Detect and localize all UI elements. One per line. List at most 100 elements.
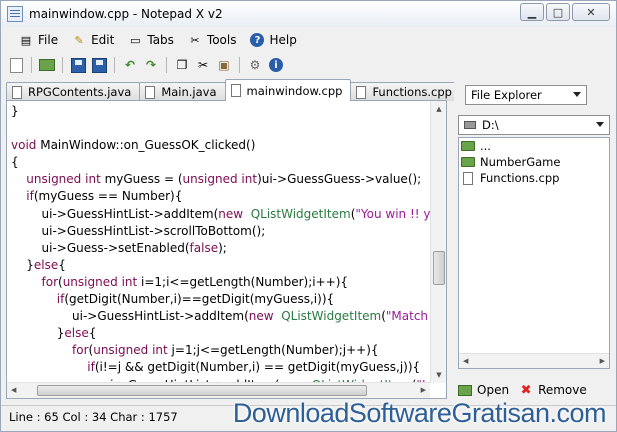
cut-button[interactable]: ✂ — [194, 56, 212, 74]
scroll-left-arrow-icon[interactable]: ◀ — [11, 386, 16, 394]
code-line[interactable]: ui->GuessHintList->addItem(new QListWidg… — [11, 206, 431, 223]
tools-icon: ✂ — [190, 33, 200, 47]
code-line[interactable]: if(getDigit(Number,i)==getDigit(myGuess,… — [11, 291, 431, 308]
code-line[interactable] — [11, 120, 431, 137]
settings-button[interactable]: ⚙ — [246, 56, 264, 74]
scroll-right-arrow-icon[interactable]: ▶ — [600, 357, 605, 365]
undo-icon: ↶ — [124, 58, 136, 72]
title-bar: mainwindow.cpp - Notepad X v2 ▁ □ ✕ — [1, 1, 616, 27]
minimize-button[interactable]: ▁ — [520, 3, 544, 21]
scroll-right-arrow-icon[interactable]: ▶ — [421, 386, 426, 394]
code-line[interactable]: ui->GuessHintList->addItem(new QListWidg… — [11, 308, 431, 325]
code-line[interactable]: { — [11, 154, 431, 171]
drive-select[interactable]: D:\ — [458, 115, 610, 135]
code-line[interactable]: ui->Guess->setEnabled(false); — [11, 240, 431, 257]
code-line[interactable]: }else{ — [11, 325, 431, 342]
horizontal-scroll-thumb[interactable] — [37, 385, 367, 396]
toolbar-separator — [62, 57, 63, 73]
code-line[interactable]: for(unsigned int i=1;i<=getLength(Number… — [11, 274, 431, 291]
tab-label: Main.java — [161, 85, 217, 99]
redo-button[interactable]: ↷ — [142, 56, 160, 74]
new-file-button[interactable] — [7, 56, 25, 74]
close-button[interactable]: ✕ — [572, 3, 610, 21]
info-button[interactable]: i — [267, 56, 285, 74]
scroll-up-arrow-icon[interactable]: ▲ — [431, 101, 446, 117]
undo-button[interactable]: ↶ — [121, 56, 139, 74]
list-item-label: NumberGame — [480, 155, 561, 169]
paste-button[interactable]: ▣ — [215, 56, 233, 74]
toolbar: ↶ ↷ ❐ ✂ ▣ ⚙ i — [1, 53, 616, 77]
open-button[interactable]: Open — [458, 383, 509, 397]
code-line[interactable]: ui->GuessHintList->scrollToBottom(); — [11, 223, 431, 240]
scroll-left-arrow-icon[interactable]: ◀ — [463, 357, 468, 365]
tab-mainwindow[interactable]: mainwindow.cpp — [224, 79, 352, 101]
list-item-label: ... — [480, 139, 491, 153]
drive-icon — [464, 121, 476, 129]
file-icon — [356, 85, 367, 99]
new-file-icon — [9, 57, 23, 73]
menu-file-label: File — [38, 33, 59, 47]
horizontal-scrollbar[interactable]: ◀ ▶ — [7, 382, 430, 398]
code-line[interactable]: for(unsigned int j=1;j<=getLength(Number… — [11, 342, 431, 359]
window-title: mainwindow.cpp - Notepad X v2 — [29, 7, 223, 21]
help-icon: ? — [250, 33, 265, 47]
notepad-app-icon — [7, 6, 23, 22]
menu-tabs[interactable]: ▭ Tabs — [122, 31, 180, 49]
toolbar-separator — [31, 57, 32, 73]
tab-rpgcontents[interactable]: RPGContents.java — [6, 82, 141, 101]
vertical-scroll-thumb[interactable] — [433, 251, 445, 285]
list-item[interactable]: ... — [459, 138, 609, 154]
menu-edit[interactable]: ✎ Edit — [66, 31, 120, 49]
code-line[interactable]: }else{ — [11, 257, 431, 274]
code-line[interactable]: } — [11, 103, 431, 120]
code-editor[interactable]: } void MainWindow::on_GuessOK_clicked(){… — [6, 100, 447, 399]
file-menu-icon: ▤ — [20, 33, 32, 47]
save-button[interactable] — [69, 56, 87, 74]
menu-file[interactable]: ▤ File — [13, 31, 64, 49]
code-line[interactable]: void MainWindow::on_GuessOK_clicked() — [11, 137, 431, 154]
panel-mode-select[interactable]: File Explorer — [465, 85, 587, 105]
file-icon — [145, 85, 156, 99]
scroll-down-arrow-icon[interactable]: ▼ — [431, 367, 446, 383]
scissors-icon: ✂ — [197, 58, 209, 72]
tab-label: mainwindow.cpp — [246, 83, 343, 98]
code-line[interactable]: if(myGuess == Number){ — [11, 188, 431, 205]
code-line[interactable]: if(i!=j && getDigit(Number,i) == getDigi… — [11, 359, 431, 376]
window-controls: ▁ □ ✕ — [520, 3, 610, 21]
tab-main[interactable]: Main.java — [139, 82, 226, 101]
save-all-button[interactable] — [90, 56, 108, 74]
list-item[interactable]: Functions.cpp — [459, 170, 609, 186]
save-icon — [70, 57, 86, 73]
watermark: DownloadSoftwareGratisan.com — [232, 398, 607, 428]
copy-button[interactable]: ❐ — [173, 56, 191, 74]
drive-value: D:\ — [482, 118, 499, 132]
menu-tools-label: Tools — [206, 33, 237, 47]
cursor-position-status: Line : 65 Col : 34 Char : 1757 — [9, 409, 178, 424]
remove-x-icon: ✖ — [520, 382, 532, 398]
copy-icon: ❐ — [176, 58, 188, 72]
maximize-button[interactable]: □ — [546, 3, 570, 21]
folder-icon — [461, 157, 475, 167]
file-icon — [230, 84, 241, 97]
menu-bar: ▤ File ✎ Edit ▭ Tabs ✂ Tools ? Help — [1, 29, 616, 51]
menu-tools[interactable]: ✂ Tools — [182, 31, 243, 49]
toolbar-separator — [239, 57, 240, 73]
open-folder-icon — [39, 59, 55, 71]
code-line[interactable]: unsigned int myGuess = (unsigned int)ui-… — [11, 171, 431, 188]
tab-label: Functions.cpp — [372, 85, 452, 99]
tab-label: RPGContents.java — [28, 85, 132, 99]
code-area[interactable]: } void MainWindow::on_GuessOK_clicked(){… — [11, 103, 431, 385]
open-folder-icon — [458, 384, 472, 396]
dropdown-arrow-icon — [596, 122, 604, 127]
remove-button[interactable]: ✖ Remove — [519, 382, 587, 398]
menu-help[interactable]: ? Help — [244, 31, 302, 49]
vertical-scrollbar[interactable]: ▲ ▼ — [430, 101, 446, 383]
open-button-label: Open — [477, 383, 510, 397]
pencil-icon: ✎ — [74, 33, 84, 47]
file-explorer-panel: File Explorer D:\ ... NumberGame Functio… — [454, 79, 614, 399]
open-file-button[interactable] — [38, 56, 56, 74]
tab-functions[interactable]: Functions.cpp — [350, 82, 461, 101]
menu-help-label: Help — [269, 33, 297, 47]
list-item[interactable]: NumberGame — [459, 154, 609, 170]
file-list-horizontal-scrollbar[interactable]: ◀ ▶ — [459, 353, 609, 368]
